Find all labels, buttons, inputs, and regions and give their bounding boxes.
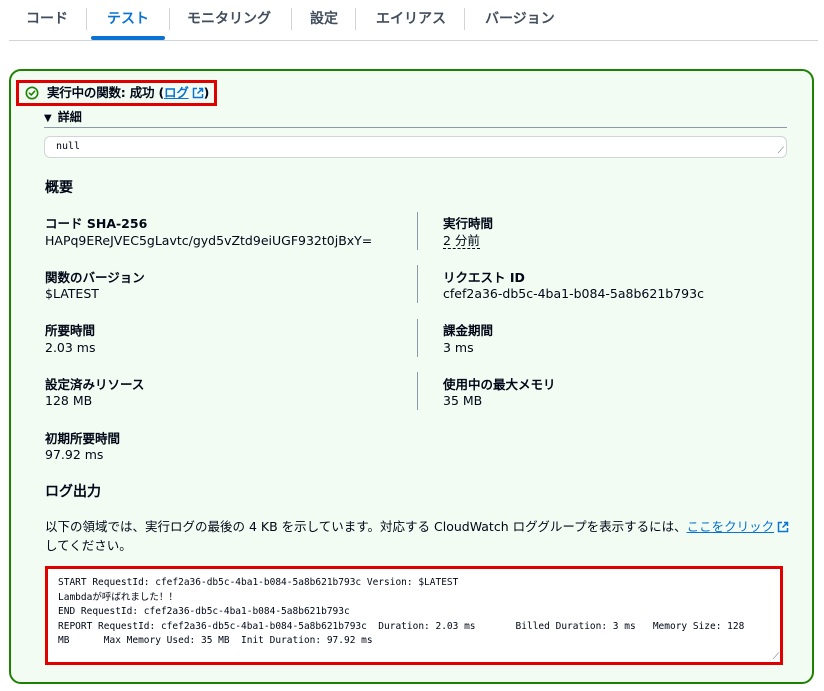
init-duration-label: 初期所要時間 (45, 431, 121, 446)
active-tab-indicator (91, 36, 165, 40)
cloudwatch-link[interactable]: ここをクリック (687, 519, 790, 534)
details-divider (44, 127, 787, 128)
billed-duration-value: 3 ms (443, 340, 474, 355)
details-expander[interactable]: ▼ 詳細 (44, 108, 82, 125)
code-sha-label: コード SHA-256 (45, 216, 148, 231)
exec-time-label: 実行時間 (443, 216, 494, 231)
tab-divider (464, 8, 465, 30)
status-suffix: ) (203, 85, 210, 100)
log-link[interactable]: ログ (164, 85, 204, 100)
resize-handle-icon[interactable]: ⟋ (773, 652, 779, 662)
log-description-text: 以下の領域では、実行ログの最後の 4 KB を示しています。対応する Cloud… (45, 519, 687, 534)
column-divider (417, 265, 418, 303)
details-label: 詳細 (57, 110, 82, 124)
exec-time-value[interactable]: 2 分前 (443, 233, 480, 249)
request-id-value: cfef2a36-db5c-4ba1-b084-5a8b621b793c (443, 286, 704, 301)
external-link-icon (192, 87, 203, 99)
function-version-label: 関数のバージョン (45, 270, 145, 285)
function-version-value: $LATEST (45, 286, 99, 301)
billed-duration-label: 課金期間 (443, 323, 494, 338)
tab-divider (291, 8, 292, 30)
tab-versions[interactable]: バージョン (485, 0, 555, 38)
resize-handle-icon[interactable]: ⟋ (778, 146, 784, 156)
log-output-textarea[interactable]: START RequestId: cfef2a36-db5c-4ba1-b084… (45, 566, 783, 665)
execution-status-header: 実行中の関数: 成功 (ログ) (16, 80, 217, 106)
tab-divider (355, 8, 356, 30)
external-link-icon (777, 521, 789, 533)
log-output-text: START RequestId: cfef2a36-db5c-4ba1-b084… (58, 577, 745, 646)
tab-bar: コード テスト モニタリング 設定 エイリアス バージョン (9, 0, 818, 41)
tab-configuration[interactable]: 設定 (310, 0, 338, 38)
init-duration-value: 97.92 ms (45, 447, 104, 462)
column-divider (417, 212, 418, 250)
code-sha-value: HAPq9EReJVEC5gLavtc/gyd5vZtd9eiUGF932t0j… (45, 233, 373, 248)
tab-aliases[interactable]: エイリアス (376, 0, 446, 38)
log-link-label: ログ (164, 85, 189, 100)
tab-divider (86, 8, 87, 30)
duration-label: 所要時間 (45, 323, 96, 338)
duration-value: 2.03 ms (45, 340, 96, 355)
tab-divider (169, 8, 170, 30)
execution-status-text: 実行中の関数: 成功 (ログ) (47, 85, 209, 101)
resources-label: 設定済みリソース (45, 377, 145, 392)
log-output-heading: ログ出力 (45, 484, 101, 500)
tab-test[interactable]: テスト (107, 0, 149, 38)
cloudwatch-link-label: ここをクリック (686, 519, 775, 534)
log-description-suffix: してください。 (45, 538, 132, 553)
status-label: 実行中の関数: 成功 ( (47, 85, 165, 100)
max-memory-label: 使用中の最大メモリ (443, 377, 556, 392)
check-circle-icon (25, 86, 39, 100)
request-id-label: リクエスト ID (443, 270, 525, 285)
function-output-textarea[interactable]: null ⟋ (44, 136, 787, 158)
caret-down-icon: ▼ (44, 113, 52, 124)
column-divider (417, 372, 418, 410)
column-divider (417, 319, 418, 357)
tab-monitoring[interactable]: モニタリング (187, 0, 271, 38)
tab-code[interactable]: コード (26, 0, 68, 38)
function-output-value: null (56, 141, 81, 152)
resources-value: 128 MB (45, 393, 93, 408)
max-memory-value: 35 MB (443, 393, 483, 408)
summary-heading: 概要 (45, 180, 73, 196)
log-output-description: 以下の領域では、実行ログの最後の 4 KB を示しています。対応する Cloud… (45, 517, 790, 555)
